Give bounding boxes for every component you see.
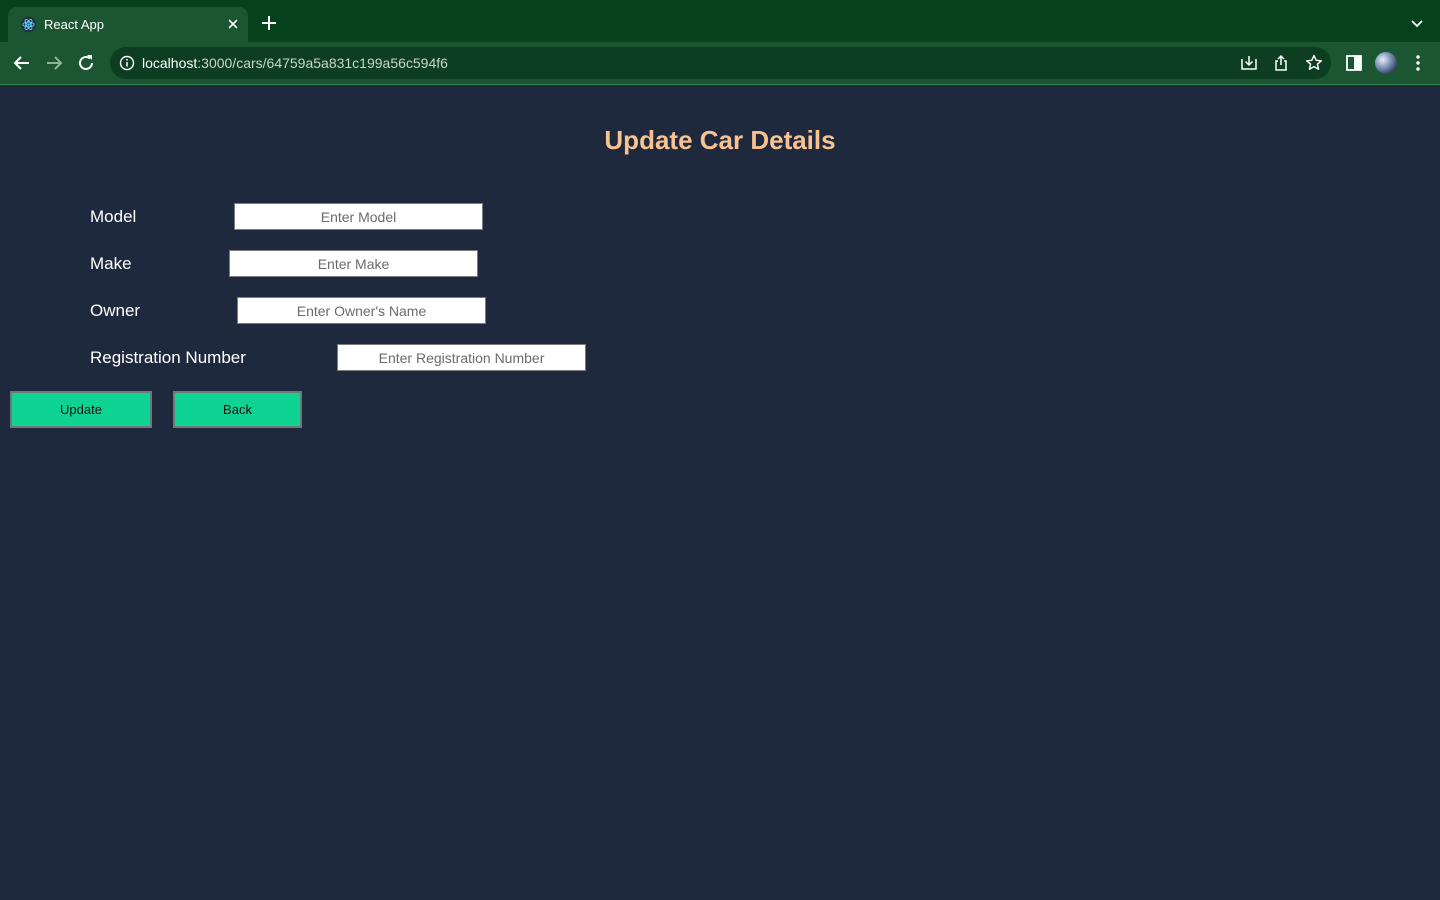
back-button[interactable]: Back [173, 391, 302, 428]
close-icon[interactable] [225, 16, 241, 32]
star-icon[interactable] [1304, 53, 1324, 73]
model-input[interactable] [234, 203, 483, 230]
reload-icon[interactable] [75, 52, 97, 74]
install-icon[interactable] [1239, 53, 1259, 73]
avatar[interactable] [1375, 52, 1397, 74]
info-icon[interactable] [119, 55, 135, 71]
make-input[interactable] [229, 250, 478, 277]
side-panel-icon[interactable] [1343, 52, 1365, 74]
owner-label: Owner [90, 301, 141, 320]
url-text[interactable]: localhost:3000/cars/64759a5a831c199a56c5… [142, 55, 448, 71]
arrow-left-icon[interactable] [11, 52, 33, 74]
kebab-menu-icon[interactable] [1407, 52, 1429, 74]
address-bar[interactable]: localhost:3000/cars/64759a5a831c199a56c5… [110, 47, 1331, 79]
update-button[interactable]: Update [10, 391, 152, 428]
browser-tab-strip: React App [0, 0, 1440, 42]
owner-input[interactable] [237, 297, 486, 324]
model-label: Model [90, 207, 137, 226]
tab-title: React App [44, 17, 104, 32]
registration-number-label: Registration Number [90, 348, 246, 367]
url-path: :3000/cars/64759a5a831c199a56c594f6 [197, 55, 448, 71]
url-host: localhost [142, 55, 198, 71]
page-content: Update Car Details Model Make Owner Regi… [0, 85, 1440, 900]
browser-toolbar: localhost:3000/cars/64759a5a831c199a56c5… [0, 42, 1440, 84]
browser-tab[interactable]: React App [8, 7, 248, 42]
registration-number-input[interactable] [337, 344, 586, 371]
chevron-down-icon[interactable] [1406, 14, 1428, 34]
plus-icon[interactable] [258, 12, 280, 34]
page-title: Update Car Details [604, 125, 836, 155]
arrow-right-icon[interactable] [43, 52, 65, 74]
react-icon [20, 16, 37, 33]
share-icon[interactable] [1271, 53, 1291, 73]
make-label: Make [90, 254, 132, 273]
